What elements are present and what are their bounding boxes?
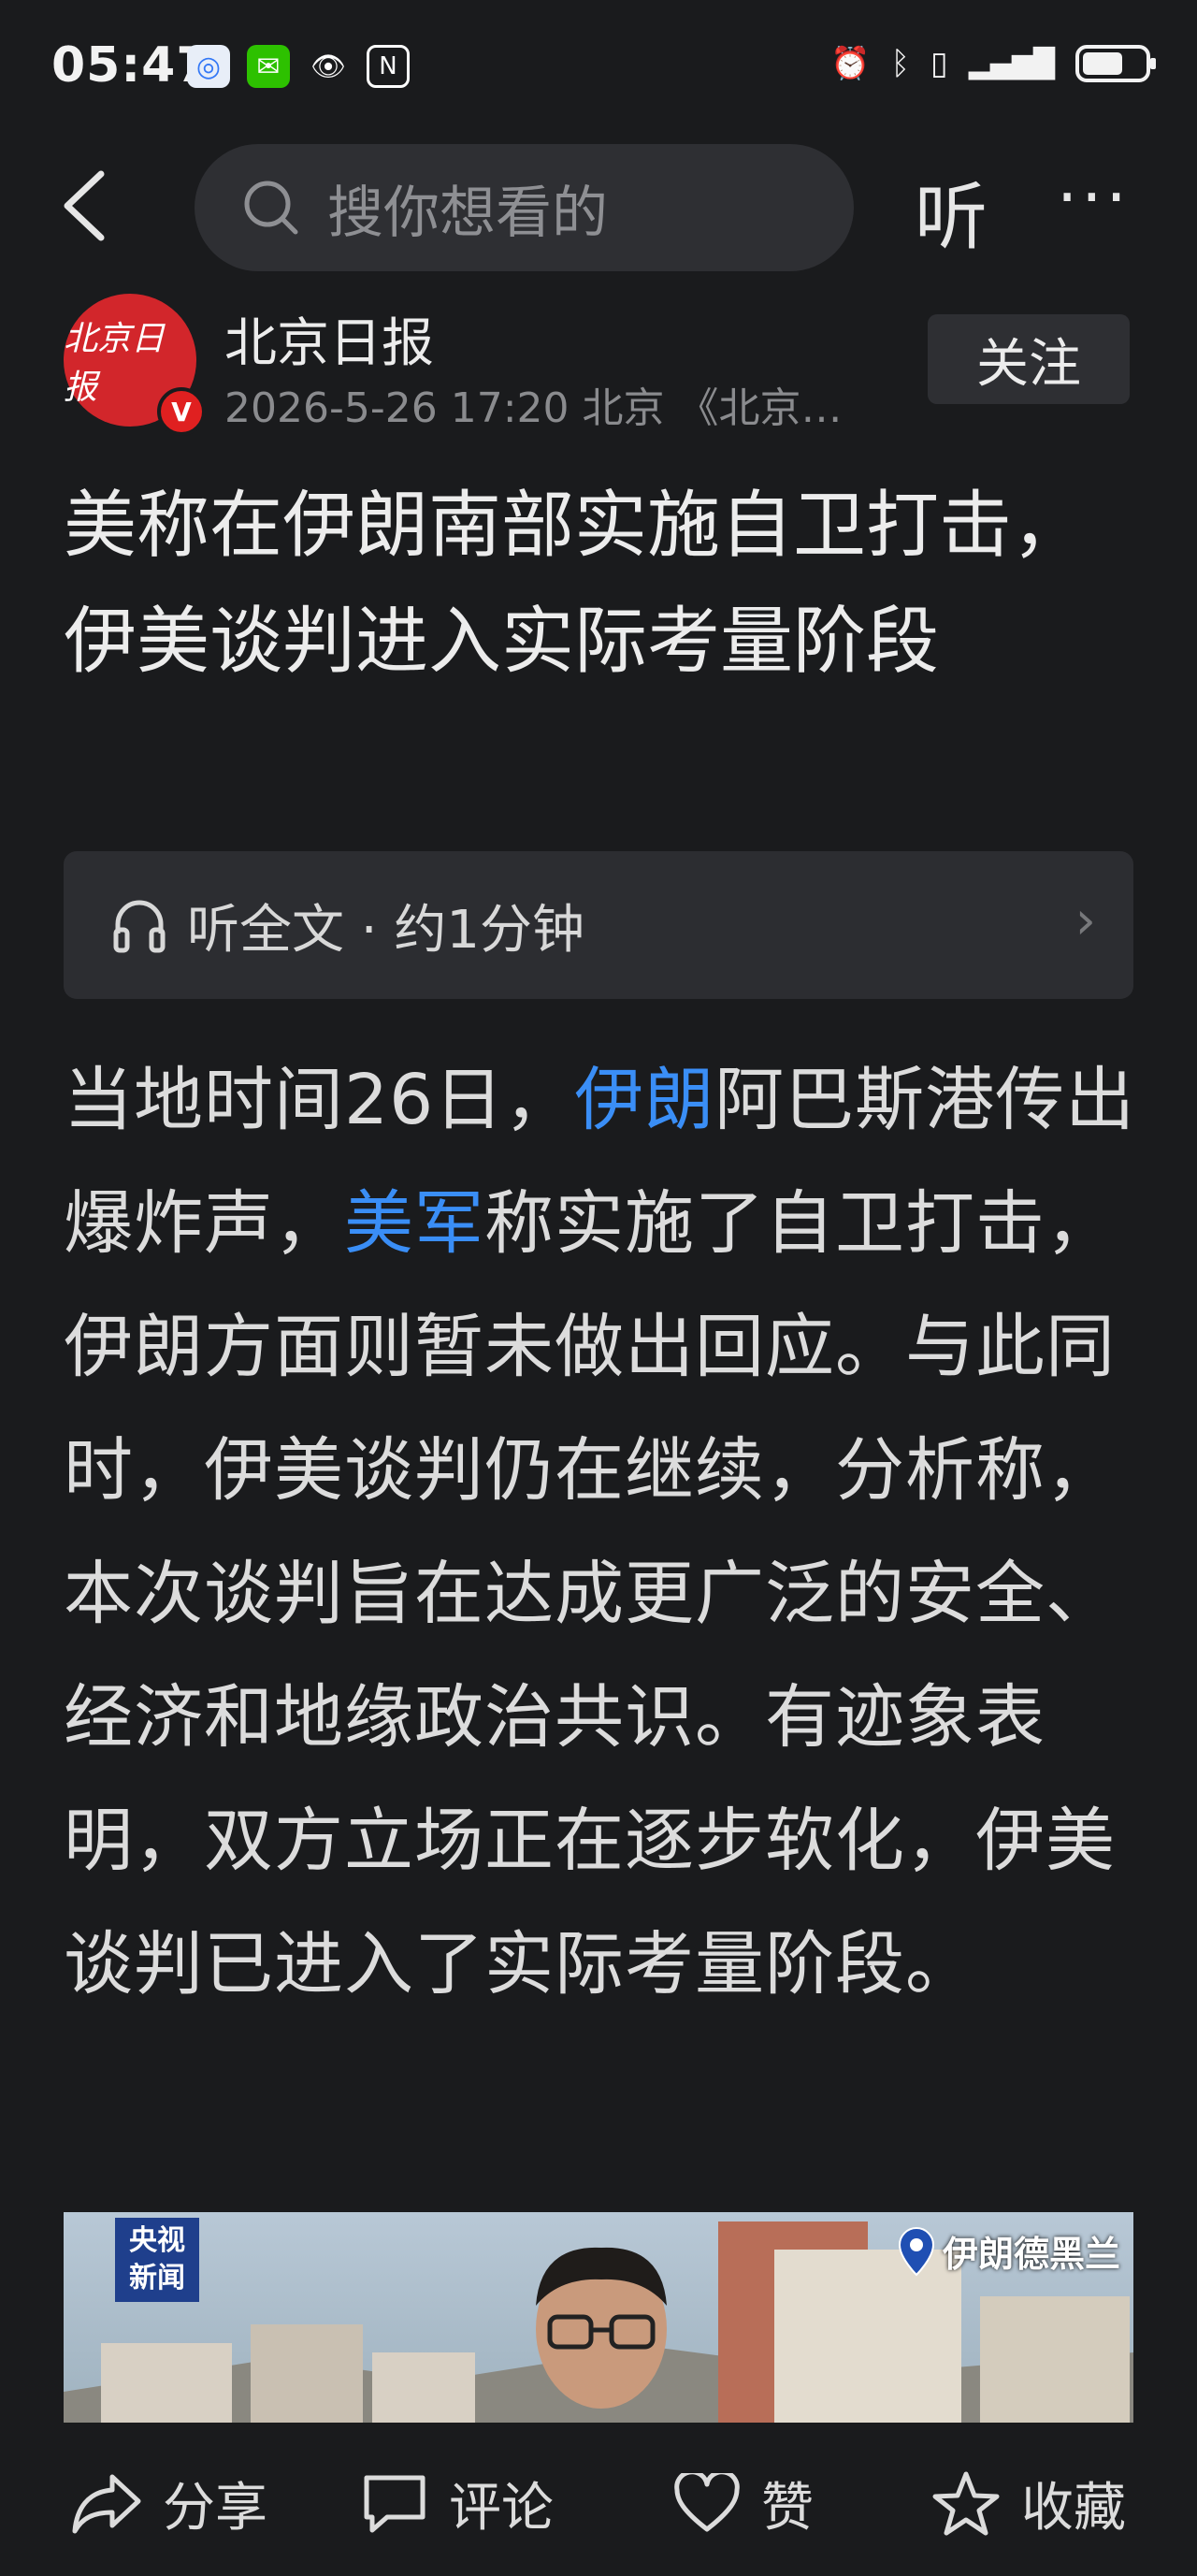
nfc-icon: N [367,45,410,88]
article-title: 美称在伊朗南部实施自卫打击，伊美谈判进入实际考量阶段 [64,484,1086,684]
body-text-1: 当地时间26日， [64,1060,575,1140]
back-button[interactable] [56,168,122,243]
favorite-label: 收藏 [1021,2478,1126,2539]
location-pin-icon [898,2226,934,2276]
share-label: 分享 [163,2478,267,2539]
more-menu-button[interactable]: ··· [1057,159,1131,236]
reporter-figure [536,2247,667,2409]
location-tag: 伊朗德黑兰 [898,2225,1120,2277]
cctv-logo-line-1: 央视 [129,2224,185,2257]
star-icon [932,2471,1000,2535]
wechat-icon: ✉ [247,45,290,88]
photo-building [980,2296,1130,2423]
vibrate-icon: ▯ [930,45,948,82]
app-notification-icon: ◎ [187,45,230,88]
headphones-icon [113,900,166,953]
alarm-icon: ⏰ [830,45,871,82]
article-body: 当地时间26日，伊朗阿巴斯港传出爆炸声，美军称实施了自卫打击，伊朗方面则暂未做出… [64,1038,1139,2026]
listen-full-label: 听全文 · 约1分钟 [187,899,585,961]
comment-button[interactable]: 评论 [361,2466,554,2541]
system-icons: ⏰ ᛒ ▯ ▂▄▆█ [830,45,1156,82]
notification-icons: ◎ ✉ 👁 N [187,45,410,88]
photo-building [251,2324,363,2423]
battery-icon [1075,45,1156,82]
author-row: 北京日报 V 北京日报 2026-5-26 17:20 北京 《北京… 关注 [0,290,1197,440]
favorite-button[interactable]: 收藏 [931,2466,1126,2541]
listen-button[interactable]: 听 [915,159,988,264]
cctv-logo-line-2: 新闻 [129,2262,185,2294]
listen-full-article-bar[interactable]: 听全文 · 约1分钟 › [64,851,1133,999]
like-button[interactable]: 赞 [673,2466,814,2541]
article-video-thumbnail[interactable]: 央视 新闻 伊朗德黑兰 [64,2212,1133,2423]
search-placeholder: 搜你想看的 [327,180,608,246]
comment-icon [364,2475,425,2532]
photo-building [372,2352,475,2423]
share-button[interactable]: 分享 [71,2466,267,2541]
author-name[interactable]: 北京日报 [224,301,434,377]
back-arrow-icon [64,170,105,241]
topic-link-us-military[interactable]: 美军 [344,1183,484,1264]
topic-link-iran[interactable]: 伊朗 [574,1060,714,1140]
search-icon [244,181,298,235]
body-text-3: 称实施了自卫打击，伊朗方面则暂未做出回应。与此同时，伊美谈判仍在继续，分析称，本… [64,1183,1116,2004]
status-bar: 05:47 ◎ ✉ 👁 N ⏰ ᛒ ▯ ▂▄▆█ [0,0,1197,140]
signal-icon: ▂▄▆█ [968,47,1055,80]
share-icon [72,2474,141,2533]
photo-building [101,2343,232,2423]
heart-icon [674,2472,740,2531]
verified-badge-icon: V [157,387,206,436]
bottom-action-bar: 分享 评论 赞 收藏 [0,2423,1197,2576]
like-label: 赞 [761,2478,814,2539]
chevron-right-icon: › [1074,890,1096,951]
search-bar[interactable]: 搜你想看的 [195,144,854,271]
eye-icon: 👁 [310,50,347,83]
comment-label: 评论 [449,2478,554,2539]
bluetooth-icon: ᛒ [890,45,910,82]
cctv-news-logo: 央视 新闻 [115,2218,199,2302]
top-nav: 搜你想看的 听 ··· [0,140,1197,271]
article-meta: 2026-5-26 17:20 北京 《北京… [224,384,843,432]
follow-button[interactable]: 关注 [928,314,1130,404]
location-label: 伊朗德黑兰 [942,2234,1120,2275]
